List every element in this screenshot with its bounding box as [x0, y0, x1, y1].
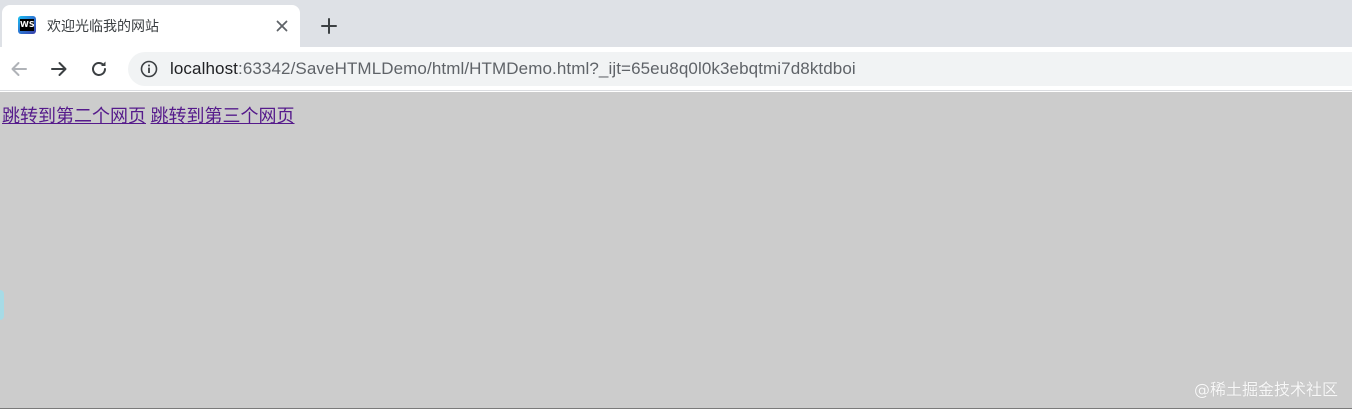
browser-toolbar: localhost:63342/SaveHTMLDemo/html/HTMDem… [0, 47, 1352, 91]
edge-handle [0, 290, 4, 320]
favicon-text: WS [20, 19, 35, 31]
tab-title: 欢迎光临我的网站 [47, 18, 159, 34]
watermark: @稀土掘金技术社区 [1193, 380, 1338, 399]
page-viewport: 跳转到第二个网页 跳转到第三个网页 @稀土掘金技术社区 [0, 92, 1352, 409]
plus-icon[interactable] [317, 14, 341, 38]
tab-active[interactable]: WS 欢迎光临我的网站 [2, 5, 300, 47]
url-text[interactable]: localhost:63342/SaveHTMLDemo/html/HTMDem… [170, 57, 856, 81]
info-icon[interactable] [140, 60, 158, 78]
browser-window: WS 欢迎光临我的网站 localhost:63342/SaveHTMLDemo… [0, 0, 1352, 409]
tab-strip: WS 欢迎光临我的网站 [0, 0, 1352, 47]
link-row: 跳转到第二个网页 跳转到第三个网页 [2, 105, 295, 127]
link-second-page[interactable]: 跳转到第二个网页 [2, 106, 146, 126]
reload-icon[interactable] [85, 55, 113, 83]
link-third-page[interactable]: 跳转到第三个网页 [151, 106, 295, 126]
webstorm-icon: WS [18, 16, 36, 34]
arrow-left-icon[interactable] [5, 55, 33, 83]
close-icon[interactable] [272, 16, 292, 36]
address-bar[interactable]: localhost:63342/SaveHTMLDemo/html/HTMDem… [128, 52, 1352, 86]
url-path: :63342/SaveHTMLDemo/html/HTMDemo.html?_i… [238, 59, 856, 78]
arrow-right-icon[interactable] [45, 55, 73, 83]
url-host: localhost [170, 59, 238, 78]
